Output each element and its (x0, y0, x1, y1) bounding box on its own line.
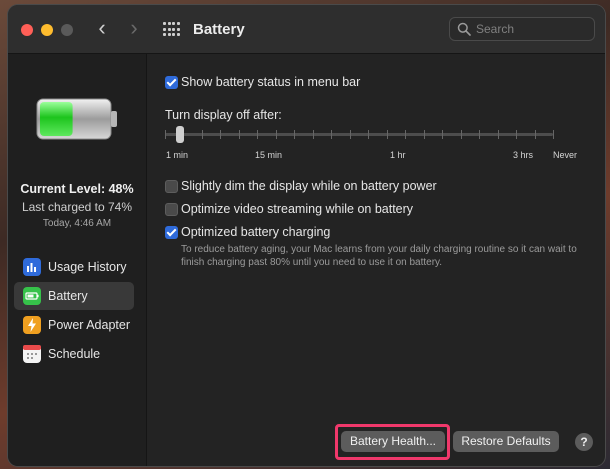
zoom-button[interactable] (61, 24, 73, 36)
slider-tick (368, 130, 370, 139)
search-icon (457, 22, 471, 36)
close-button[interactable] (21, 24, 33, 36)
window-title: Battery (193, 21, 245, 38)
minimize-button[interactable] (41, 24, 53, 36)
system-preferences-window: ‹ › Battery Search Current Level: 48% La… (8, 5, 605, 466)
slider-tick (534, 130, 536, 139)
turn-display-off-label: Turn display off after: (165, 108, 282, 122)
battery-fill (40, 102, 73, 136)
slider-tick (553, 130, 554, 139)
sidebar-item-label: Power Adapter (48, 318, 130, 332)
optimized-charging-description: To reduce battery aging, your Mac learns… (181, 244, 577, 268)
back-button[interactable]: ‹ (90, 17, 114, 41)
slider-tick (423, 130, 425, 139)
sidebar-item-power-adapter[interactable]: Power Adapter (14, 311, 134, 339)
dim-display-checkbox[interactable] (165, 180, 178, 193)
battery-health-highlight (335, 424, 450, 460)
slider-label-1-min: 1 min (166, 150, 189, 160)
slider-tick (294, 130, 296, 139)
calendar-icon (23, 345, 41, 363)
slider-tick (479, 130, 481, 139)
charged-time: Today, 4:46 AM (42, 218, 112, 229)
slider-tick (331, 130, 333, 139)
slider-tick (201, 130, 203, 139)
slider-tick (497, 130, 499, 139)
slider-label-3-hrs: 3 hrs (513, 150, 534, 160)
optimize-video-label: Optimize video streaming while on batter… (181, 202, 414, 216)
battery-settings-pane: Show battery status in menu bar Turn dis… (147, 54, 605, 466)
dim-display-label: Slightly dim the display while on batter… (181, 179, 437, 193)
optimized-charging-checkbox[interactable] (165, 226, 178, 239)
slider-tick (165, 130, 166, 139)
sidebar-item-usage-history[interactable]: Usage History (14, 253, 134, 281)
forward-button[interactable]: › (122, 17, 146, 41)
slider-tick (257, 130, 259, 139)
restore-defaults-button[interactable]: Restore Defaults (453, 431, 559, 452)
bolt-icon (23, 316, 41, 334)
slider-tick (386, 130, 388, 139)
sidebar-item-battery[interactable]: Battery (14, 282, 134, 310)
slider-tick (275, 130, 277, 139)
help-button[interactable]: ? (575, 433, 593, 451)
slider-tick (312, 130, 314, 139)
slider-tick (220, 130, 222, 139)
search-field[interactable] (449, 17, 595, 41)
optimized-charging-label: Optimized battery charging (181, 225, 331, 239)
battery-icon (23, 287, 41, 305)
slider-tick (349, 130, 351, 139)
show-battery-status-label: Show battery status in menu bar (181, 75, 361, 89)
slider-tick (460, 130, 462, 139)
optimize-video-checkbox[interactable] (165, 203, 178, 216)
slider-tick (238, 130, 240, 139)
slider-tick (442, 130, 444, 139)
sidebar-item-label: Schedule (48, 347, 101, 361)
sidebar-item-label: Usage History (48, 260, 127, 274)
battery-level-graphic (36, 98, 117, 140)
slider-label-1-hr: 1 hr (390, 150, 406, 160)
title-bar: ‹ › Battery (8, 5, 605, 54)
slider-tick (405, 130, 407, 139)
slider-label-never: Never (553, 150, 578, 160)
sidebar-item-label: Battery (48, 289, 88, 303)
bar-chart-icon (23, 258, 41, 276)
sidebar-item-schedule[interactable]: Schedule (14, 340, 134, 368)
current-level: Current Level: 48% (20, 182, 134, 196)
last-charged: Last charged to 74% (21, 200, 133, 214)
display-off-slider-track[interactable] (165, 133, 553, 136)
display-off-slider-thumb[interactable] (176, 126, 184, 143)
show-battery-status-checkbox[interactable] (165, 76, 178, 89)
show-all-grid-icon[interactable] (163, 22, 180, 38)
sidebar: Current Level: 48% Last charged to 74% T… (8, 54, 147, 466)
slider-tick (516, 130, 518, 139)
slider-label-15-min: 15 min (255, 150, 283, 160)
search-input[interactable] (476, 20, 588, 38)
